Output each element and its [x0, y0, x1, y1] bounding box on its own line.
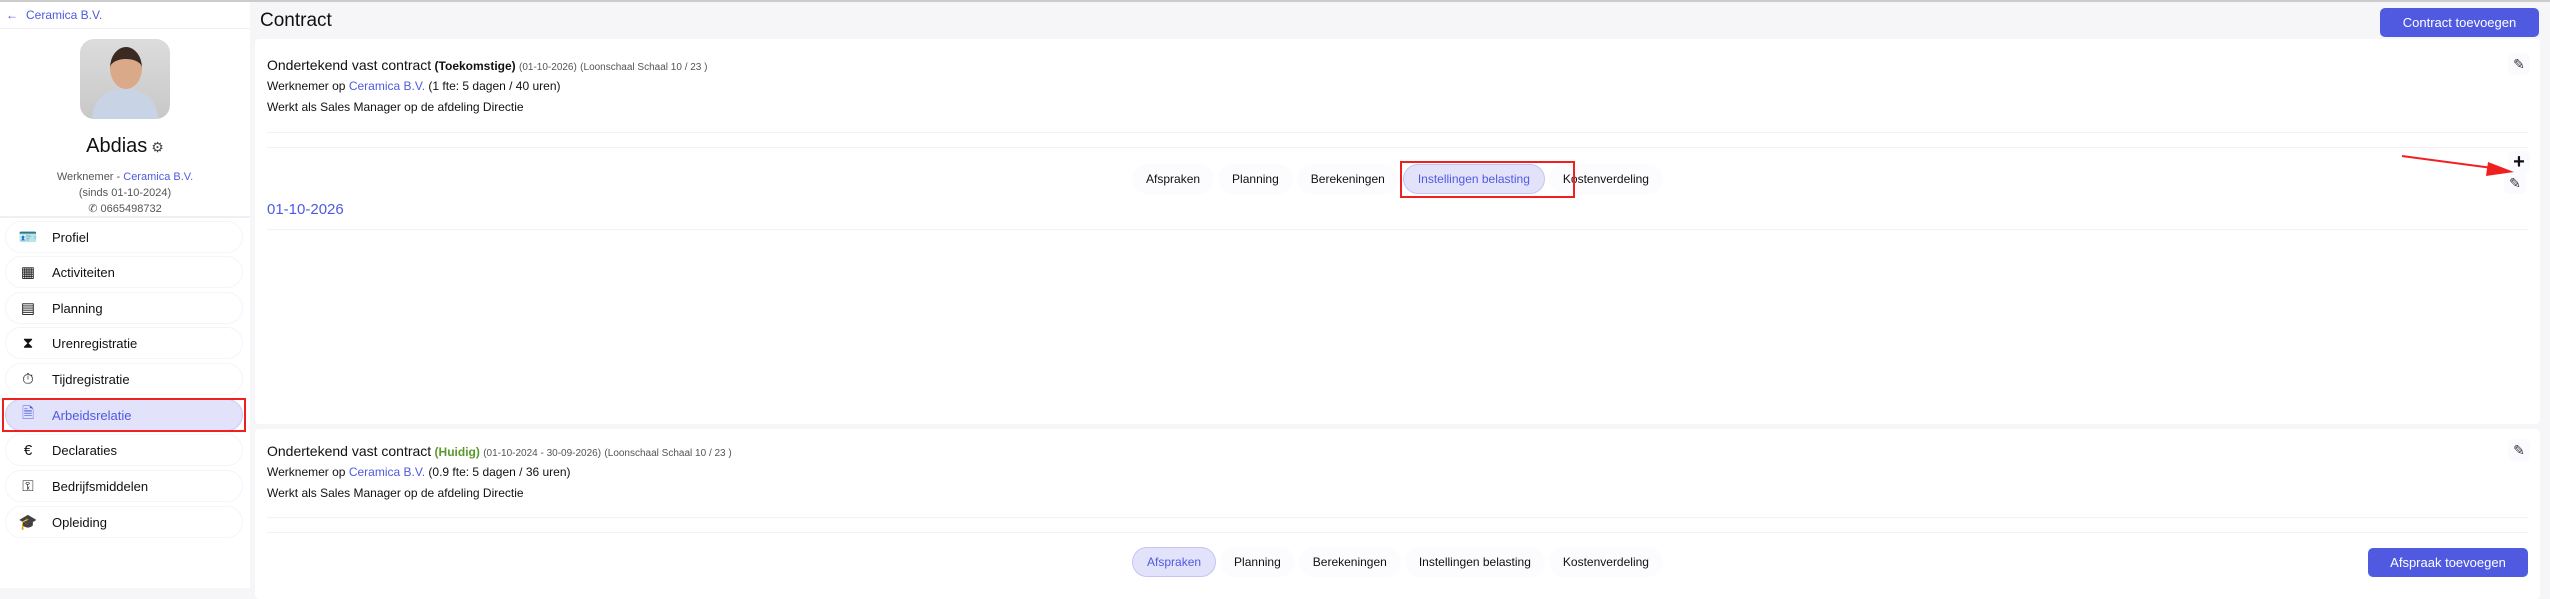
add-agreement-button[interactable]: Afspraak toevoegen: [2368, 548, 2528, 577]
divider: [267, 147, 2528, 148]
phone-icon: ✆: [88, 203, 101, 215]
contract-tabs: Afspraken Planning Berekeningen Instelli…: [255, 547, 2540, 577]
tab-afspraken[interactable]: Afspraken: [1132, 164, 1215, 194]
gear-icon[interactable]: ⚙: [151, 139, 164, 155]
tab-instellingen-belasting[interactable]: Instellingen belasting: [1404, 547, 1545, 577]
tab-planning[interactable]: Planning: [1220, 547, 1295, 577]
divider: [267, 132, 2528, 133]
edit-contract-button[interactable]: ✎: [2508, 439, 2530, 461]
edit-contract-button[interactable]: ✎: [2508, 53, 2530, 75]
tab-berekeningen[interactable]: Berekeningen: [1296, 164, 1399, 194]
annotation-arrow-icon: [2401, 155, 2514, 176]
hourglass-icon: ⧗: [22, 334, 34, 352]
sidebar-item-declaraties[interactable]: € Declaraties: [5, 434, 243, 466]
sidebar-item-urenregistratie[interactable]: ⧗ Urenregistratie: [5, 327, 243, 359]
company-link[interactable]: Ceramica B.V.: [123, 171, 193, 183]
calendar-icon: ▤: [20, 300, 36, 317]
status-badge: (Toekomstige): [434, 59, 516, 73]
contract-title: Ondertekend vast contract (Huidig) (01-1…: [267, 443, 732, 459]
avatar: [80, 39, 170, 119]
page-title: Contract: [260, 10, 332, 31]
employee-role: Werknemer - Ceramica B.V.: [56, 171, 194, 183]
id-card-icon: 🪪: [18, 229, 38, 246]
contract-employer: Werknemer op Ceramica B.V. (1 fte: 5 dag…: [267, 79, 561, 93]
tab-berekeningen[interactable]: Berekeningen: [1298, 547, 1401, 577]
employee-name: Abdias ⚙: [86, 135, 164, 157]
back-link[interactable]: ← Ceramica B.V.: [6, 8, 102, 22]
tab-kostenverdeling[interactable]: Kostenverdeling: [1548, 547, 1663, 577]
euro-icon: €: [23, 441, 33, 459]
graduation-cap-icon: 🎓: [18, 514, 38, 531]
divider: [0, 216, 250, 218]
status-badge: (Huidig): [434, 445, 480, 459]
sidebar-item-planning[interactable]: ▤ Planning: [5, 292, 243, 324]
sidebar-item-opleiding[interactable]: 🎓 Opleiding: [5, 506, 243, 538]
company-link[interactable]: Ceramica B.V.: [349, 79, 425, 93]
sidebar-item-arbeidsrelatie[interactable]: 🗎 Arbeidsrelatie: [5, 399, 243, 431]
key-icon: ⚿: [22, 477, 34, 495]
contract-employer: Werknemer op Ceramica B.V. (0.9 fte: 5 d…: [267, 465, 571, 479]
contract-role: Werkt als Sales Manager op de afdeling D…: [267, 486, 524, 500]
tab-kostenverdeling[interactable]: Kostenverdeling: [1548, 164, 1663, 194]
sidebar-item-bedrijfsmiddelen[interactable]: ⚿ Bedrijfsmiddelen: [5, 470, 243, 502]
document-icon: 🗎: [21, 404, 35, 422]
company-link[interactable]: Ceramica B.V.: [349, 465, 425, 479]
employee-phone: ✆ 0665498732: [88, 203, 162, 215]
tab-afspraken[interactable]: Afspraken: [1132, 547, 1217, 577]
add-contract-button[interactable]: Contract toevoegen: [2380, 8, 2539, 37]
tab-planning[interactable]: Planning: [1218, 164, 1293, 194]
contract-card: Ondertekend vast contract (Toekomstige) …: [255, 39, 2540, 424]
divider: [0, 28, 250, 29]
contract-tabs: Afspraken Planning Berekeningen Instelli…: [255, 164, 2540, 194]
pencil-icon: ✎: [2513, 55, 2525, 72]
contract-role: Werkt als Sales Manager op de afdeling D…: [267, 100, 524, 114]
entry-date-link[interactable]: 01-10-2026: [267, 201, 344, 218]
sidebar-item-activiteiten[interactable]: ▦ Activiteiten: [5, 256, 243, 288]
divider: [267, 229, 2528, 230]
divider: [267, 517, 2528, 518]
sidebar: ← Ceramica B.V. Abdias ⚙ Werknemer - Ceram…: [0, 2, 250, 588]
stopwatch-icon: ⏱: [22, 370, 34, 388]
table-icon: ▦: [20, 264, 36, 281]
contract-card: Ondertekend vast contract (Huidig) (01-1…: [255, 429, 2540, 599]
pencil-icon: ✎: [2513, 441, 2525, 458]
employee-since: (sinds 01-10-2024): [78, 187, 172, 199]
sidebar-item-tijdregistratie[interactable]: ⏱ Tijdregistratie: [5, 363, 243, 395]
divider: [267, 532, 2528, 533]
sidebar-item-profiel[interactable]: 🪪 Profiel: [5, 221, 243, 253]
contract-title: Ondertekend vast contract (Toekomstige) …: [267, 57, 708, 73]
tab-instellingen-belasting[interactable]: Instellingen belasting: [1402, 164, 1545, 194]
arrow-left-icon: ←: [6, 8, 18, 22]
